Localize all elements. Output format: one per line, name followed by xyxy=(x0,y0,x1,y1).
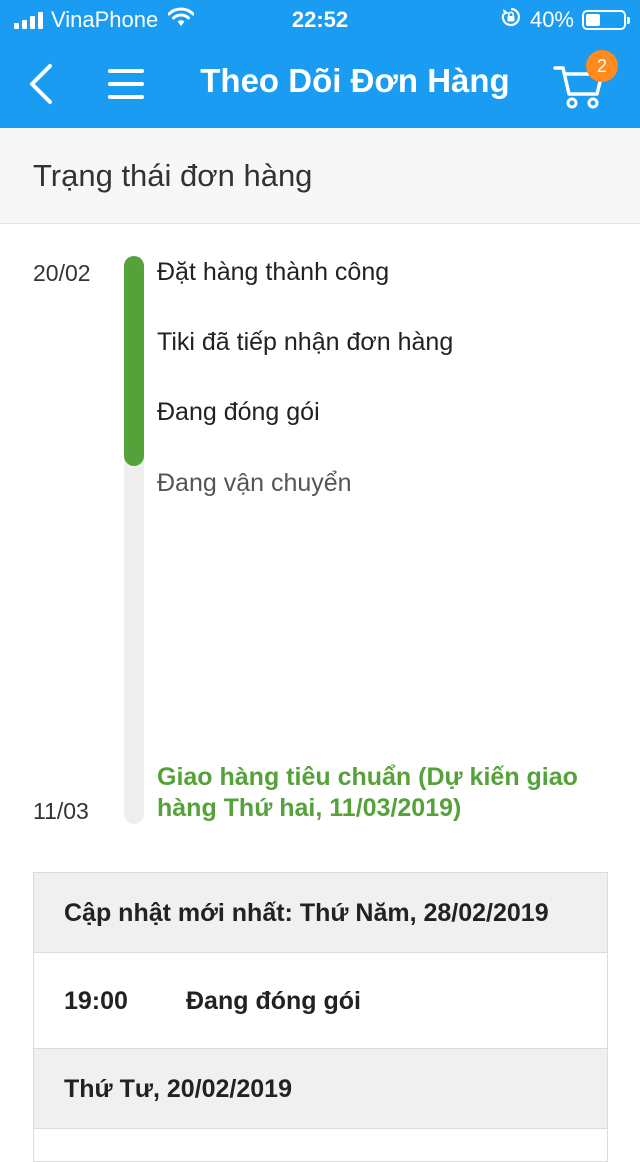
cart-count-badge: 2 xyxy=(586,50,618,82)
delivery-estimate: Giao hàng tiêu chuẩn (Dự kiến giao hàng … xyxy=(157,763,578,822)
status-bar: VinaPhone 22:52 40% xyxy=(0,0,640,40)
rotation-lock-icon xyxy=(500,6,522,34)
timeline-step: Đặt hàng thành công xyxy=(157,258,390,286)
update-row: 19:00 Đang đóng gói xyxy=(34,953,607,1049)
timeline-start-date: 20/02 xyxy=(33,260,91,286)
nav-bar: Theo Dõi Đơn Hàng 2 xyxy=(0,40,640,128)
timeline-step: Đang đóng gói xyxy=(157,398,320,426)
latest-update-header: Cập nhật mới nhất: Thứ Năm, 28/02/2019 xyxy=(34,873,607,953)
timeline-end-date: 11/03 xyxy=(33,798,89,824)
section-title: Trạng thái đơn hàng xyxy=(33,158,313,193)
timeline-step: Tiki đã tiếp nhận đơn hàng xyxy=(157,328,454,356)
battery-percent: 40% xyxy=(529,7,574,32)
battery-icon xyxy=(582,10,630,30)
update-date-header: Thứ Tư, 20/02/2019 xyxy=(34,1049,607,1129)
status-right: 40% xyxy=(500,6,630,34)
page-title: Theo Dõi Đơn Hàng xyxy=(200,62,510,99)
timeline-step: Đang vận chuyển xyxy=(157,469,352,497)
menu-icon[interactable] xyxy=(106,66,146,102)
updates-table: Cập nhật mới nhất: Thứ Năm, 28/02/2019 1… xyxy=(33,872,608,1162)
order-status-header: Trạng thái đơn hàng xyxy=(0,128,640,224)
update-time: 19:00 xyxy=(64,987,128,1015)
update-event: Đang đóng gói xyxy=(186,987,361,1015)
timeline-progress-bar xyxy=(124,256,144,466)
back-icon[interactable] xyxy=(22,62,62,106)
order-timeline: 20/02 11/03 Đặt hàng thành công Tiki đã … xyxy=(0,224,640,844)
